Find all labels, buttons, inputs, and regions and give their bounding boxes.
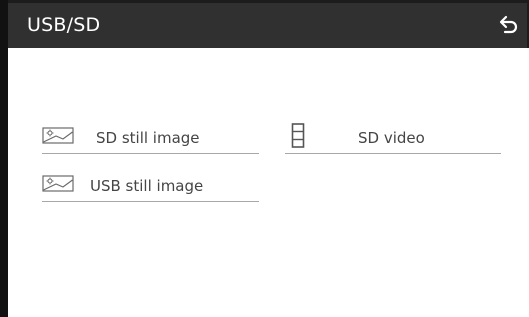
film-strip-icon	[291, 123, 305, 153]
menu-item-label: USB still image	[90, 177, 204, 195]
menu-item-sd-still-image[interactable]: SD still image	[42, 123, 259, 154]
title-bar: USB/SD	[8, 0, 529, 48]
still-image-icon	[42, 175, 74, 196]
page-title: USB/SD	[27, 14, 101, 36]
menu-item-sd-video[interactable]: SD video	[285, 123, 501, 154]
back-button[interactable]	[497, 11, 523, 37]
menu-item-label: SD still image	[96, 129, 200, 147]
screen-frame: USB/SD SD still image SD video USB still…	[0, 0, 529, 317]
menu-item-usb-still-image[interactable]: USB still image	[42, 171, 259, 202]
menu-item-label: SD video	[358, 129, 425, 147]
return-arrow-icon	[499, 15, 518, 34]
still-image-icon	[42, 127, 74, 148]
